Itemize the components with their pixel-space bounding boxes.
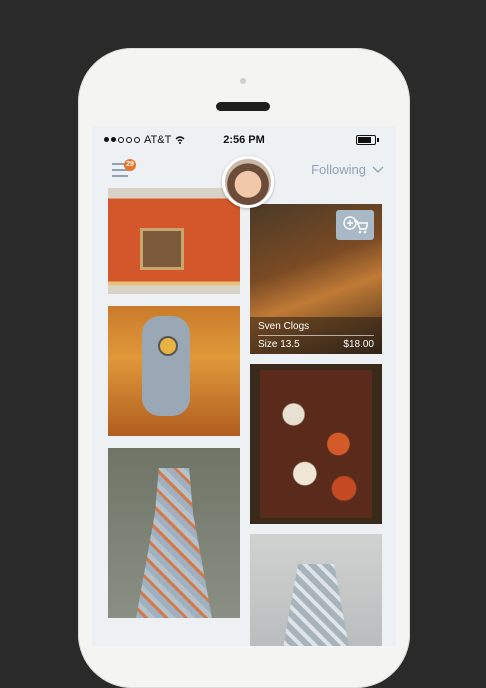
- earpiece-speaker: [216, 102, 270, 111]
- plush-body-image: [142, 316, 190, 416]
- listing-title: Sven Clogs: [258, 321, 374, 336]
- plush-eye-image: [158, 336, 178, 356]
- product-card-sven-clogs[interactable]: Sven Clogs Size 13.5 $18.00: [250, 204, 382, 354]
- battery-icon: [356, 135, 379, 145]
- listing-overlay: Sven Clogs Size 13.5 $18.00: [250, 317, 382, 354]
- feed-filter-dropdown[interactable]: Following: [311, 162, 384, 177]
- flower-top-image: [260, 370, 372, 518]
- notification-badge: 29: [124, 159, 136, 171]
- battery-level: [358, 137, 371, 143]
- listing-size: Size 13.5: [258, 339, 300, 350]
- product-card-monster-plush[interactable]: [108, 306, 240, 436]
- feed-filter-label: Following: [311, 162, 366, 177]
- add-to-cart-button[interactable]: [336, 210, 374, 240]
- menu-button[interactable]: 29: [112, 159, 136, 177]
- dress-pocket-image: [140, 228, 184, 270]
- floral-dress-image: [136, 468, 212, 618]
- clock: 2:56 PM: [223, 134, 265, 146]
- status-bar: AT&T 2:56 PM: [92, 126, 396, 150]
- product-card-floral-dress[interactable]: [108, 448, 240, 618]
- product-card-flower-top[interactable]: [250, 364, 382, 524]
- product-card-gray-dress[interactable]: [250, 534, 382, 646]
- listing-price: $18.00: [343, 339, 374, 350]
- app-screen: AT&T 2:56 PM 29 Following Sven Clogs Siz…: [92, 126, 396, 646]
- add-to-cart-icon: [343, 216, 368, 234]
- app-header: 29 Following: [92, 154, 396, 208]
- chevron-down-icon: [372, 166, 384, 173]
- product-card-orange-dress[interactable]: [108, 188, 240, 294]
- front-camera: [240, 78, 246, 84]
- menu-icon-line: [112, 175, 128, 177]
- gray-dress-image: [280, 564, 352, 646]
- profile-avatar[interactable]: [222, 156, 274, 208]
